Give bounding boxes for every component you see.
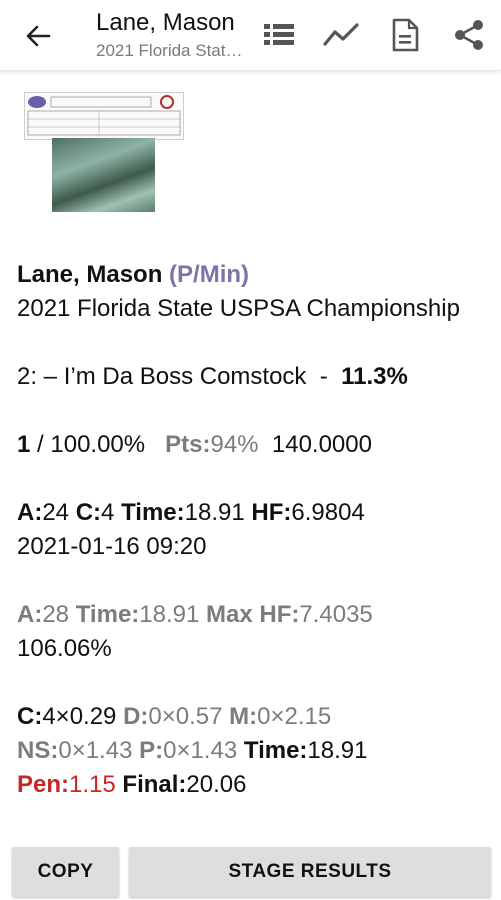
stage-results-button[interactable]: STAGE RESULTS xyxy=(129,847,491,897)
ratio-percent: 106.06% xyxy=(17,635,112,662)
final-line: Pen:1.15 Final:20.06 xyxy=(17,771,247,798)
place-percent: / 100.00% xyxy=(37,431,146,458)
page-title: Lane, Mason xyxy=(96,9,235,36)
shooter-name: Lane, Mason xyxy=(17,261,163,288)
stage-result-details: Lane, Mason (P/Min) 2021 Florida State U… xyxy=(17,258,487,802)
place-line: 1 / 100.00% Pts:94% 140.0000 xyxy=(17,431,372,458)
place: 1 xyxy=(17,431,31,458)
stage-points: 140.0000 xyxy=(271,431,372,458)
stage-line: 2: – I’m Da Boss Comstock - 11.3% xyxy=(17,363,408,390)
penalty-line-2: NS:0×1.43 P:0×1.43 Time:18.91 xyxy=(17,737,368,764)
back-arrow-icon[interactable] xyxy=(22,20,54,52)
max-line: A:28 Time:18.91 Max HF:7.4035 xyxy=(17,601,373,628)
hits-line: A:24 C:4 Time:18.91 HF:6.9804 xyxy=(17,499,365,526)
stage-photo xyxy=(52,138,155,212)
match-name: 2021 Florida State USPSA Championship xyxy=(17,295,460,322)
scoresheet-image xyxy=(24,92,184,140)
stage-percent: 11.3% xyxy=(341,363,408,390)
final-time: 20.06 xyxy=(186,771,247,798)
penalty-value: 1.15 xyxy=(69,771,116,798)
stage-name: 2: – I’m Da Boss Comstock xyxy=(17,363,307,390)
app-bar: Lane, Mason 2021 Florida State USPSA Cha… xyxy=(0,0,501,71)
pts-value: 94% xyxy=(210,431,259,458)
page-subtitle: 2021 Florida State USPSA Championship xyxy=(96,41,246,60)
division-label: (P/Min) xyxy=(169,261,250,288)
shooter-line: Lane, Mason (P/Min) xyxy=(17,258,487,292)
timestamp: 2021-01-16 09:20 xyxy=(17,533,207,560)
chart-line-icon[interactable] xyxy=(322,16,360,54)
copy-button[interactable]: COPY xyxy=(12,847,119,897)
scoresheet-thumbnail[interactable] xyxy=(24,92,184,214)
share-icon[interactable] xyxy=(450,16,488,54)
document-icon[interactable] xyxy=(386,16,424,54)
penalty-line-1: C:4×0.29 D:0×0.57 M:0×2.15 xyxy=(17,703,332,730)
list-icon[interactable] xyxy=(260,16,298,54)
title-block: Lane, Mason 2021 Florida State USPSA Cha… xyxy=(96,8,246,62)
